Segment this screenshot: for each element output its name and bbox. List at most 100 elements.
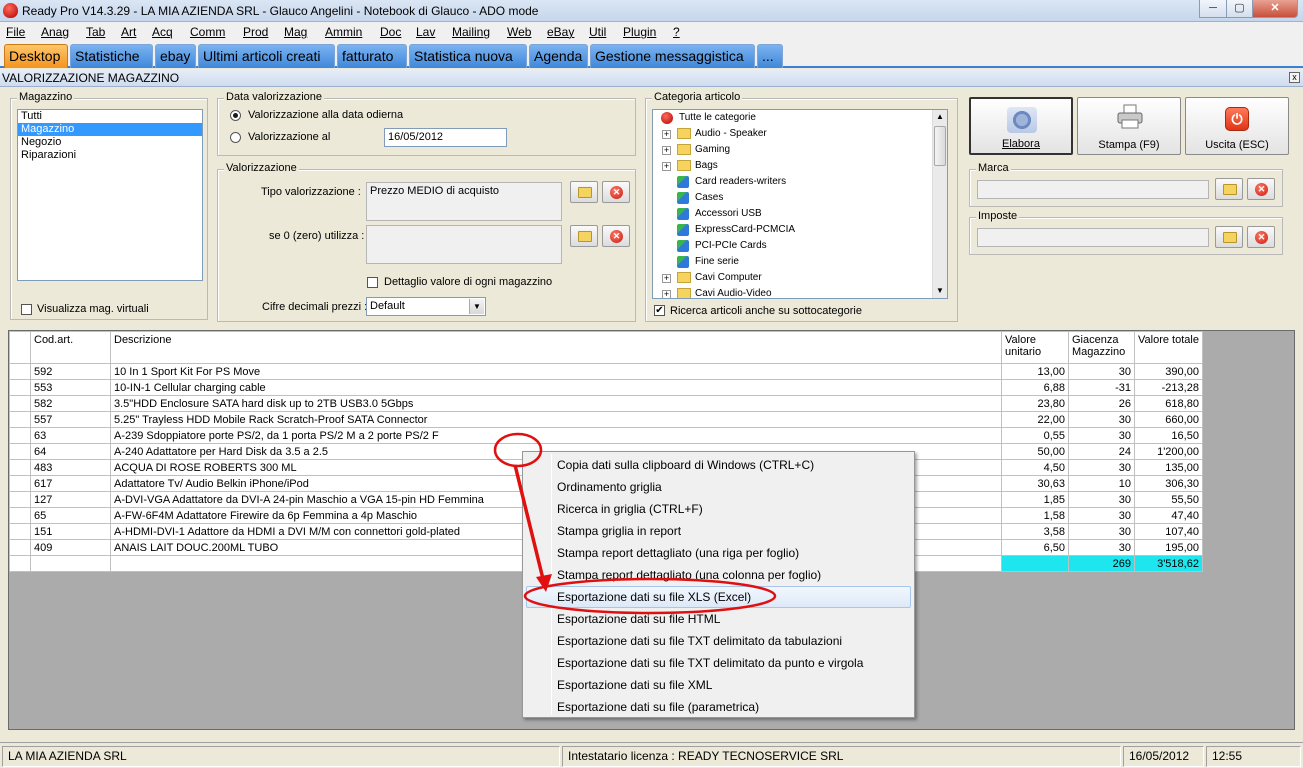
zero-browse-button[interactable]: [570, 225, 598, 247]
row-indicator[interactable]: [9, 379, 31, 396]
zero-clear-button[interactable]: ✕: [602, 225, 630, 247]
menu-util[interactable]: Util: [589, 25, 606, 39]
grid-header-cell[interactable]: Valore totale: [1134, 331, 1203, 364]
tab-desktop[interactable]: Desktop: [4, 44, 68, 68]
magazzino-item[interactable]: Magazzino: [18, 123, 202, 136]
row-indicator[interactable]: [9, 395, 31, 412]
context-menu-item[interactable]: Esportazione dati su file XLS (Excel): [526, 586, 911, 608]
menu-lav[interactable]: Lav: [416, 25, 435, 39]
panel-close-button[interactable]: x: [1289, 72, 1300, 83]
subcat-checkbox[interactable]: ✔: [654, 305, 665, 316]
context-menu-item[interactable]: Esportazione dati su file TXT delimitato…: [526, 630, 911, 652]
elabora-button[interactable]: Elabora: [969, 97, 1073, 155]
menu-file[interactable]: File: [6, 25, 25, 39]
tab-ultimi-articoli-creati[interactable]: Ultimi articoli creati: [198, 44, 335, 68]
marca-browse-button[interactable]: [1215, 178, 1243, 200]
context-menu-item[interactable]: Stampa report dettagliato (una riga per …: [526, 542, 911, 564]
expand-icon[interactable]: +: [662, 130, 671, 139]
menu-mailing[interactable]: Mailing: [452, 25, 490, 39]
minimize-button[interactable]: ─: [1199, 0, 1227, 18]
marca-field[interactable]: [977, 180, 1209, 199]
context-menu-item[interactable]: Esportazione dati su file XML: [526, 674, 911, 696]
magazzino-item[interactable]: Riparazioni: [18, 149, 202, 162]
radio-at-date[interactable]: [230, 132, 241, 143]
expand-icon[interactable]: +: [662, 162, 671, 171]
row-indicator[interactable]: [9, 507, 31, 524]
context-menu-item[interactable]: Ricerca in griglia (CTRL+F): [526, 498, 911, 520]
row-indicator[interactable]: [9, 459, 31, 476]
grid-header-cell[interactable]: Descrizione: [110, 331, 1002, 364]
tab-ebay[interactable]: ebay: [155, 44, 196, 68]
row-indicator[interactable]: [9, 443, 31, 460]
expand-icon[interactable]: +: [662, 146, 671, 155]
context-menu-item[interactable]: Esportazione dati su file TXT delimitato…: [526, 652, 911, 674]
table-row[interactable]: 63 A-239 Sdoppiatore porte PS/2, da 1 por…: [9, 427, 1203, 444]
menu-tab[interactable]: Tab: [86, 25, 105, 39]
radio-today[interactable]: [230, 110, 241, 121]
grid-header-cell[interactable]: Giacenza Magazzino: [1068, 331, 1135, 364]
row-indicator[interactable]: [9, 411, 31, 428]
menu-help[interactable]: ?: [673, 25, 680, 39]
chevron-down-icon[interactable]: ▼: [469, 299, 484, 314]
menu-acq[interactable]: Acq: [152, 25, 173, 39]
tipo-field[interactable]: Prezzo MEDIO di acquisto: [366, 182, 562, 221]
menu-prod[interactable]: Prod: [243, 25, 268, 39]
expand-icon[interactable]: +: [662, 274, 671, 283]
row-indicator[interactable]: [9, 523, 31, 540]
imposte-field[interactable]: [977, 228, 1209, 247]
context-menu-item[interactable]: Ordinamento griglia: [526, 476, 911, 498]
row-indicator[interactable]: [9, 539, 31, 556]
grid-header-cell[interactable]: Cod.art.: [30, 331, 111, 364]
context-menu-item[interactable]: Stampa report dettagliato (una colonna p…: [526, 564, 911, 586]
row-indicator[interactable]: [9, 475, 31, 492]
table-row[interactable]: 553 10-IN-1 Cellular charging cable 6,88 -3…: [9, 379, 1203, 396]
magazzino-item[interactable]: Negozio: [18, 136, 202, 149]
marca-clear-button[interactable]: ✕: [1247, 178, 1275, 200]
row-indicator[interactable]: [9, 363, 31, 380]
categoria-tree[interactable]: Tutte le categorie + Audio - Speaker + Gamin…: [652, 109, 948, 299]
tab-statistiche[interactable]: Statistiche: [70, 44, 153, 68]
scroll-thumb[interactable]: [934, 126, 946, 166]
menu-mag[interactable]: Mag: [284, 25, 307, 39]
menu-ammin[interactable]: Ammin: [325, 25, 362, 39]
context-menu-item[interactable]: Esportazione dati su file (parametrica): [526, 696, 911, 718]
scroll-down-icon[interactable]: ▼: [933, 284, 947, 298]
tipo-browse-button[interactable]: [570, 181, 598, 203]
magazzino-item[interactable]: Tutti: [18, 110, 202, 123]
scroll-up-icon[interactable]: ▲: [933, 110, 947, 124]
stampa-button[interactable]: Stampa (F9): [1077, 97, 1181, 155]
grid-header-cell[interactable]: [9, 331, 31, 364]
context-menu-item[interactable]: Copia dati sulla clipboard di Windows (C…: [526, 454, 911, 476]
menu-doc[interactable]: Doc: [380, 25, 401, 39]
table-row[interactable]: 557 5.25" Trayless HDD Mobile Rack Scratc…: [9, 411, 1203, 428]
close-button[interactable]: ✕: [1252, 0, 1298, 18]
date-field[interactable]: 16/05/2012: [384, 128, 507, 147]
menu-plugin[interactable]: Plugin: [623, 25, 656, 39]
menu-anag[interactable]: Anag: [41, 25, 69, 39]
menu-web[interactable]: Web: [507, 25, 531, 39]
magazzino-list[interactable]: Tutti Magazzino Negozio Riparazioni: [17, 109, 203, 281]
context-menu-item[interactable]: Stampa griglia in report: [526, 520, 911, 542]
menu-ebay[interactable]: eBay: [547, 25, 574, 39]
menu-art[interactable]: Art: [121, 25, 136, 39]
expand-icon[interactable]: +: [662, 290, 671, 298]
tab-statistica-nuova[interactable]: Statistica nuova: [409, 44, 527, 68]
tree-scrollbar[interactable]: ▲ ▼: [932, 110, 947, 298]
virtual-checkbox[interactable]: [21, 304, 32, 315]
table-row[interactable]: 592 10 In 1 Sport Kit For PS Move 13,00 30 3…: [9, 363, 1203, 380]
table-row[interactable]: 582 3.5"HDD Enclosure SATA hard disk up t…: [9, 395, 1203, 412]
maximize-button[interactable]: ▢: [1226, 0, 1253, 18]
uscita-button[interactable]: ⏻ Uscita (ESC): [1185, 97, 1289, 155]
context-menu-item[interactable]: Esportazione dati su file HTML: [526, 608, 911, 630]
dettaglio-checkbox[interactable]: [367, 277, 378, 288]
grid-header-cell[interactable]: Valore unitario: [1001, 331, 1069, 364]
menu-comm[interactable]: Comm: [190, 25, 225, 39]
row-indicator[interactable]: [9, 491, 31, 508]
tab-agenda[interactable]: Agenda: [529, 44, 588, 68]
row-indicator[interactable]: [9, 427, 31, 444]
imposte-clear-button[interactable]: ✕: [1247, 226, 1275, 248]
tab-fatturato[interactable]: fatturato: [337, 44, 407, 68]
cifre-select[interactable]: Default ▼: [366, 297, 486, 316]
imposte-browse-button[interactable]: [1215, 226, 1243, 248]
tipo-clear-button[interactable]: ✕: [602, 181, 630, 203]
